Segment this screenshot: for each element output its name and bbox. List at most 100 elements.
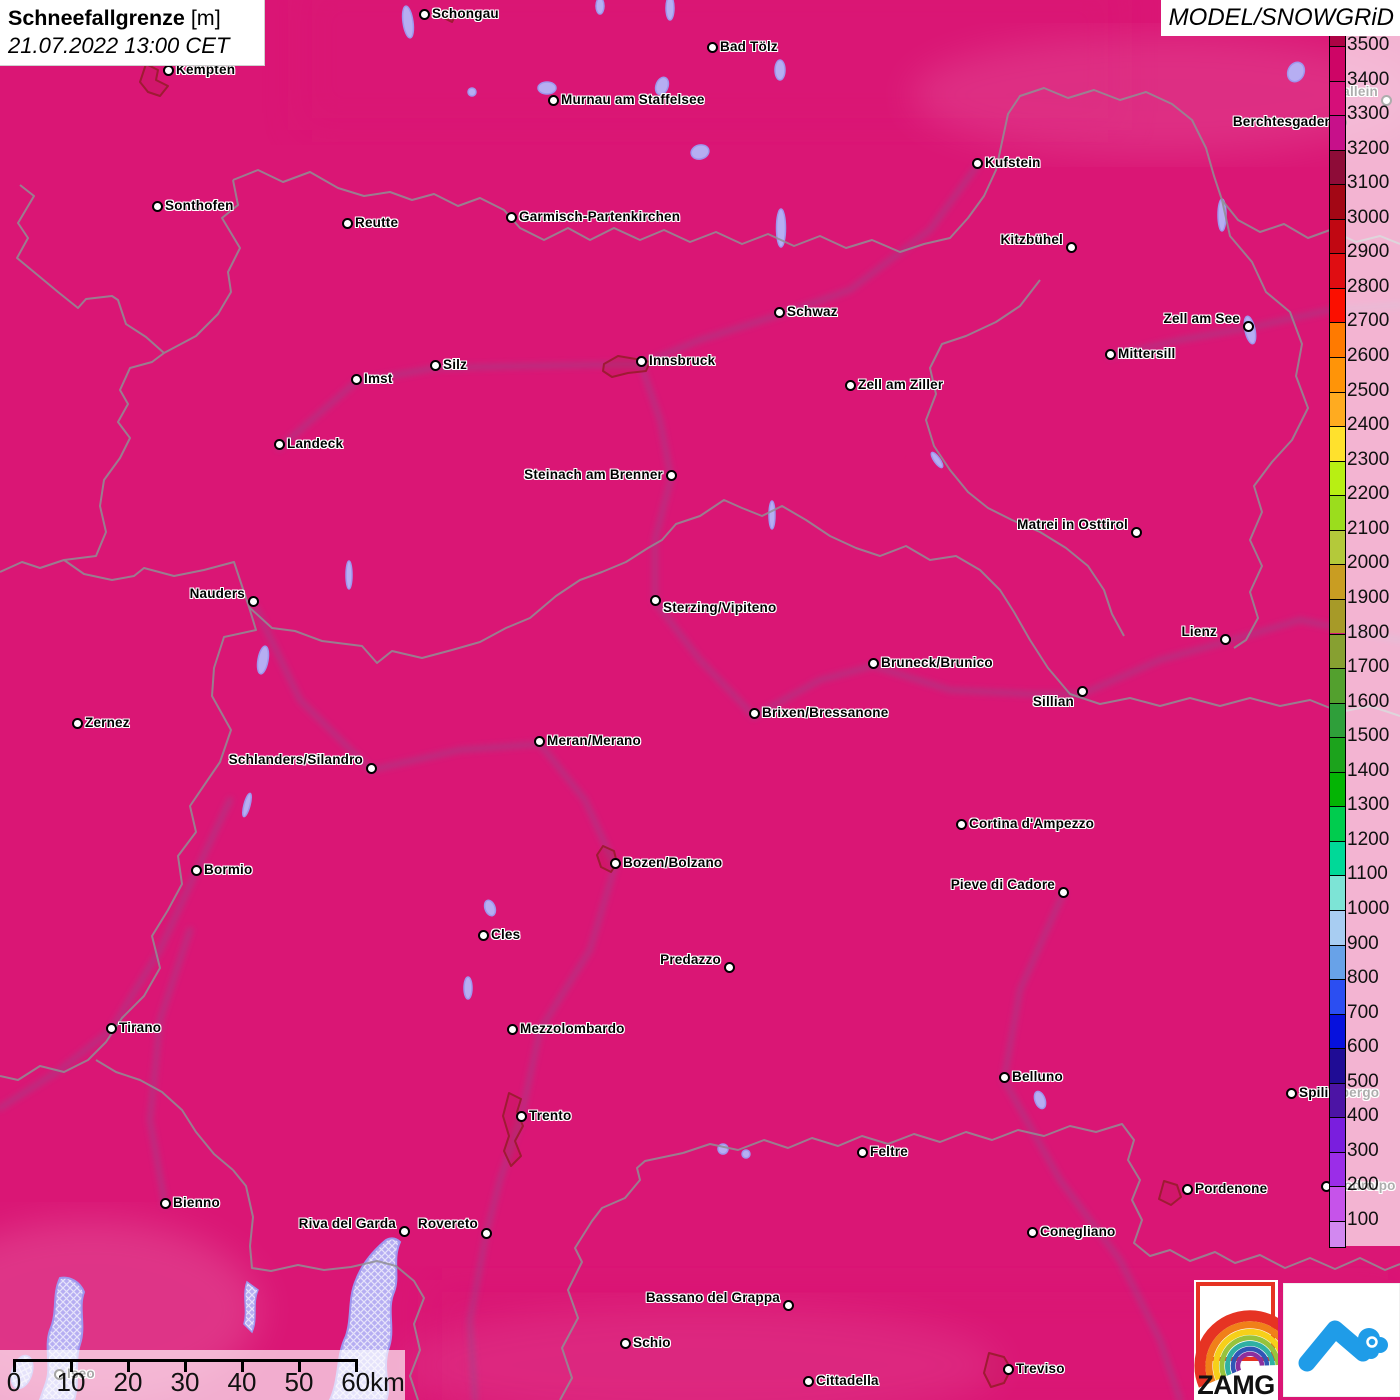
city-dot	[163, 65, 174, 76]
city-label: Imst	[364, 370, 393, 388]
city-dot	[1077, 686, 1088, 697]
city-markers-layer: SchongauBad TölzKemptenMurnau am Staffel…	[0, 0, 1400, 1400]
city-dot	[666, 470, 677, 481]
city-label: Steinach am Brenner	[524, 466, 663, 484]
city-label: Trento	[529, 1107, 571, 1125]
city-label: Brixen/Bressanone	[762, 704, 888, 722]
city-label: Bad Tölz	[720, 38, 778, 56]
city-dot	[956, 819, 967, 830]
city-label: Bienno	[173, 1194, 220, 1212]
city-label: Codroipo	[1334, 1177, 1396, 1195]
scalebar-number: 50	[285, 1367, 314, 1398]
city-label: Bruneck/Brunico	[881, 654, 993, 672]
city-label: Schio	[633, 1334, 671, 1352]
city-label: Belluno	[1012, 1068, 1063, 1086]
city-label: Sonthofen	[165, 197, 234, 215]
city-dot	[351, 374, 362, 385]
city-label: Berchtesgaden	[1233, 113, 1333, 131]
city-dot	[478, 930, 489, 941]
city-label: Zernez	[85, 714, 130, 732]
city-label: Murnau am Staffelsee	[561, 91, 705, 109]
city-dot	[724, 962, 735, 973]
city-dot	[160, 1198, 171, 1209]
city-label: Zell am Ziller	[858, 376, 943, 394]
city-label: Sterzing/Vipiteno	[663, 599, 776, 617]
city-label: Conegliano	[1040, 1223, 1116, 1241]
city-dot	[620, 1338, 631, 1349]
city-label: Pieve di Cadore	[951, 876, 1055, 894]
city-label: Riva del Garda	[299, 1215, 396, 1233]
city-label: Kufstein	[985, 154, 1041, 172]
distance-scalebar: 0102030405060km	[0, 1350, 405, 1400]
scalebar-number: 40	[228, 1367, 257, 1398]
city-label: Silz	[443, 356, 467, 374]
title-unit: [m]	[185, 6, 221, 30]
city-label: Schlanders/Silandro	[229, 751, 363, 769]
city-label: Cortina d'Ampezzo	[969, 815, 1094, 833]
city-dot	[1131, 527, 1142, 538]
valid-datetime: 21.07.2022 13:00 CET	[8, 32, 254, 59]
scalebar-number: 10	[57, 1367, 86, 1398]
city-label: Pordenone	[1195, 1180, 1267, 1198]
city-dot	[1321, 1181, 1332, 1192]
city-dot	[152, 201, 163, 212]
city-dot	[342, 218, 353, 229]
city-dot	[366, 763, 377, 774]
zamg-logo-text: ZAMG	[1197, 1370, 1274, 1400]
city-label: Mittersill	[1118, 345, 1176, 363]
city-dot	[430, 360, 441, 371]
city-dot	[1381, 95, 1392, 106]
city-label: Mezzolombardo	[520, 1020, 625, 1038]
city-label: Feltre	[870, 1143, 908, 1161]
city-label: Spilimbergo	[1299, 1084, 1379, 1102]
city-dot	[749, 708, 760, 719]
city-dot	[610, 858, 621, 869]
city-dot	[774, 307, 785, 318]
city-label: Matrei in Osttirol	[1017, 516, 1128, 534]
city-dot	[972, 158, 983, 169]
city-label: Hallein	[1332, 83, 1378, 101]
city-dot	[999, 1072, 1010, 1083]
city-dot	[1286, 1088, 1297, 1099]
city-dot	[783, 1300, 794, 1311]
city-dot	[1058, 887, 1069, 898]
city-dot	[1066, 242, 1077, 253]
city-dot	[516, 1111, 527, 1122]
city-label: Meran/Merano	[547, 732, 641, 750]
city-label: Innsbruck	[649, 352, 715, 370]
city-label: Bassano del Grappa	[646, 1289, 780, 1307]
scalebar-number: 30	[171, 1367, 200, 1398]
city-dot	[1027, 1227, 1038, 1238]
city-label: Rovereto	[418, 1215, 478, 1233]
city-dot	[419, 9, 430, 20]
city-dot	[248, 596, 259, 607]
scalebar-number: 20	[114, 1367, 143, 1398]
page-title: Schneefallgrenze [m]	[8, 4, 254, 32]
city-dot	[507, 1024, 518, 1035]
city-dot	[636, 356, 647, 367]
city-label: Bormio	[204, 861, 252, 879]
mountain-cloud-logo	[1283, 1283, 1400, 1397]
city-label: Schwaz	[787, 303, 838, 321]
city-dot	[803, 1376, 814, 1387]
zamg-logo: ZAMG	[1194, 1280, 1278, 1400]
city-dot	[106, 1023, 117, 1034]
city-dot	[481, 1228, 492, 1239]
city-dot	[707, 42, 718, 53]
model-label: MODEL/SNOWGRiD	[1161, 0, 1400, 36]
city-dot	[1003, 1364, 1014, 1375]
city-dot	[191, 865, 202, 876]
city-dot	[1182, 1184, 1193, 1195]
city-dot	[857, 1147, 868, 1158]
city-label: Lienz	[1181, 623, 1217, 641]
city-label: Sillian	[1033, 693, 1074, 711]
city-label: Garmisch-Partenkirchen	[519, 208, 680, 226]
city-dot	[548, 95, 559, 106]
city-label: Tirano	[119, 1019, 161, 1037]
city-dot	[845, 380, 856, 391]
scalebar-number: 60km	[341, 1367, 405, 1398]
city-dot	[274, 439, 285, 450]
title-box: Schneefallgrenze [m] 21.07.2022 13:00 CE…	[0, 0, 265, 66]
city-label: Treviso	[1016, 1360, 1065, 1378]
city-label: Zell am See	[1164, 310, 1241, 328]
